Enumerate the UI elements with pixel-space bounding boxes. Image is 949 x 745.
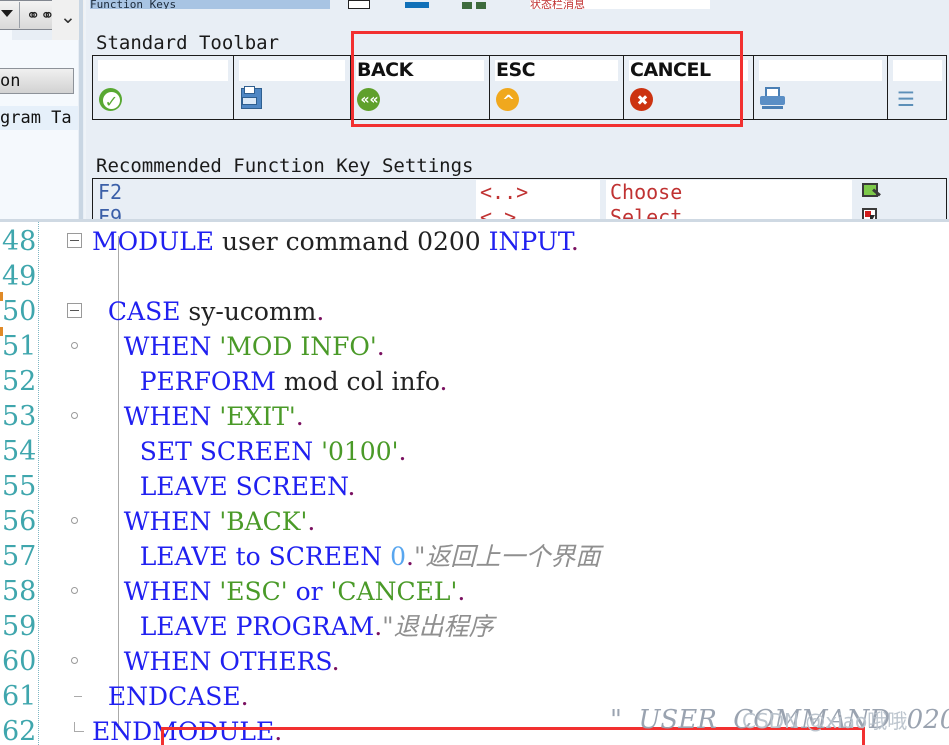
line-number: 54 (2, 436, 37, 467)
choose-magnifier-icon[interactable] (860, 181, 882, 203)
cancel-red-icon[interactable]: ✖ (629, 85, 659, 115)
fold-marker-dot[interactable] (71, 657, 78, 664)
code-line[interactable]: MODULE user command 0200 INPUT. (92, 224, 949, 259)
line-number: 50 (2, 296, 37, 327)
fold-collapse-box[interactable] (67, 233, 82, 248)
toolbar-cell-label (239, 60, 345, 81)
line-number: 53 (2, 401, 37, 432)
standard-toolbar-legend: Standard Toolbar (93, 33, 283, 53)
code-line[interactable]: WHEN OTHERS. (92, 644, 949, 679)
toolbar-cell-label (98, 60, 228, 81)
line-number: 59 (2, 611, 37, 642)
line-number: 57 (2, 541, 37, 572)
back-green-icon[interactable]: «« (356, 85, 386, 115)
code-line[interactable]: WHEN 'ESC' or 'CANCEL'. (92, 574, 949, 609)
left-partial-button[interactable]: on (0, 68, 74, 94)
screen-painter-panel: Function Keys 状态栏消息 ⚭⚭ ⌄ on gram Ta Stan… (0, 0, 949, 222)
recommended-keys-legend: Recommended Function Key Settings (93, 156, 477, 176)
toolbar-cell-icon-1[interactable] (234, 56, 351, 119)
left-tree-column: on gram Ta (0, 40, 78, 222)
recommended-key-name: F2 (98, 180, 123, 204)
top-strip-blue-marker (405, 2, 429, 8)
fold-marker-dot[interactable] (71, 587, 78, 594)
editor-line-number-gutter: 48 49 50 51 52 53 54 55 56 57 58 59 60 61 62 (0, 222, 38, 745)
line-number: 51 (2, 331, 37, 362)
panel-left-divider (79, 0, 83, 222)
toolbar-cell-label (893, 60, 942, 81)
toolbar-cell-label: CANCEL (629, 60, 748, 81)
binoculars-icon[interactable]: ☰ (893, 85, 923, 115)
divider (19, 2, 20, 28)
code-line[interactable]: WHEN 'BACK'. (92, 504, 949, 539)
code-line[interactable]: SET SCREEN '0100'. (92, 434, 949, 469)
top-strip-green-marker-1 (462, 2, 472, 9)
csdn-watermark: CSDN @xiao哦哦 (742, 709, 908, 733)
fold-collapse-box[interactable] (67, 303, 82, 318)
code-line[interactable] (92, 259, 949, 294)
line-number: 56 (2, 506, 37, 537)
toolbar-cell-label (759, 60, 882, 81)
line-number: 49 (2, 261, 37, 292)
line-number: 61 (2, 681, 37, 712)
edge-marker (0, 327, 3, 336)
top-strip-green-marker-2 (476, 2, 486, 9)
line-number: 48 (2, 226, 37, 257)
save-floppy-icon[interactable] (239, 85, 269, 115)
code-editor[interactable]: 48 49 50 51 52 53 54 55 56 57 58 59 60 61 62 MODULE us… (0, 222, 949, 745)
code-line[interactable]: LEAVE SCREEN. (92, 469, 949, 504)
top-strip-status-text: 状态栏消息 (530, 0, 710, 9)
recommended-key-text: Choose (606, 180, 852, 205)
fold-marker-dot[interactable] (71, 342, 78, 349)
binoculars-icon: ☰ (897, 87, 915, 111)
code-line[interactable]: CASE sy-ucomm. (92, 294, 949, 329)
toolbar-cell-label: BACK (356, 60, 484, 81)
top-strip-title: Function Keys (90, 0, 330, 9)
code-line[interactable]: WHEN 'MOD INFO'. (92, 329, 949, 364)
edge-marker (0, 292, 3, 301)
top-cutoff-strip: Function Keys 状态栏消息 (0, 0, 949, 11)
editor-fold-column[interactable] (44, 222, 119, 745)
toolbar-cell-icon-0[interactable]: ✓ (93, 56, 234, 119)
toolbar-cell-label: ESC (495, 60, 618, 81)
recommended-key-code: <..> (476, 180, 600, 205)
line-number: 58 (2, 576, 37, 607)
check-circle-icon[interactable]: ✓ (98, 85, 128, 115)
exit-yellow-icon: ^ (496, 88, 519, 111)
code-line[interactable]: PERFORM mod col info. (92, 364, 949, 399)
fold-marker-dot[interactable] (71, 412, 78, 419)
toolbar-cell-back[interactable]: BACK «« (351, 56, 490, 119)
fold-end-marker (74, 722, 84, 732)
exit-yellow-icon[interactable]: ^ (495, 85, 525, 115)
check-circle-icon: ✓ (99, 88, 122, 111)
recommended-key-row[interactable]: F2 <..> Choose (94, 180, 946, 205)
code-line[interactable]: WHEN 'EXIT'. (92, 399, 949, 434)
gutter-separator (38, 222, 40, 745)
chevron-down-icon (1, 10, 13, 17)
left-tree-item[interactable]: gram Ta (0, 106, 78, 130)
code-line[interactable]: LEAVE to SCREEN 0."返回上一个界面 (92, 539, 949, 574)
line-number: 60 (2, 646, 37, 677)
fold-branch-tick (74, 696, 82, 697)
cancel-red-icon: ✖ (630, 88, 653, 111)
fold-marker-dot[interactable] (71, 517, 78, 524)
line-number: 55 (2, 471, 37, 502)
line-number: 62 (2, 716, 37, 745)
panel-left-divider-light (84, 0, 86, 222)
top-strip-checkbox[interactable] (348, 0, 370, 9)
toolbar-cell-icon-5[interactable] (754, 56, 888, 119)
back-green-icon: «« (357, 88, 380, 111)
toolbar-cell-cancel[interactable]: CANCEL ✖ (624, 56, 754, 119)
toolbar-cell-icon-6[interactable]: ☰ (888, 56, 947, 119)
line-number: 52 (2, 366, 37, 397)
printer-icon[interactable] (759, 85, 789, 115)
toolbar-cell-esc[interactable]: ESC ^ (490, 56, 624, 119)
code-line[interactable]: LEAVE PROGRAM."退出程序 (92, 609, 949, 644)
screenshot-root: Function Keys 状态栏消息 ⚭⚭ ⌄ on gram Ta Stan… (0, 0, 949, 745)
